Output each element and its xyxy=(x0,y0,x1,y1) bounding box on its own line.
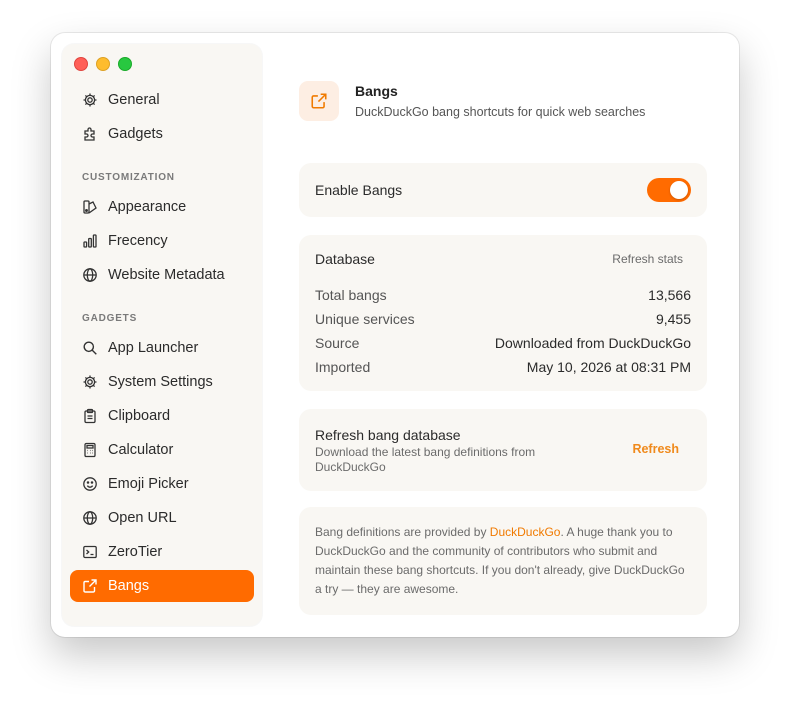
refresh-button[interactable]: Refresh xyxy=(632,442,679,456)
stat-key: Source xyxy=(315,335,360,351)
globe-icon xyxy=(82,267,98,283)
sidebar-item-label: Open URL xyxy=(108,510,177,526)
minimize-window-button[interactable] xyxy=(96,57,110,71)
stat-value: May 10, 2026 at 08:31 PM xyxy=(526,359,691,375)
stat-key: Total bangs xyxy=(315,287,387,303)
zoom-window-button[interactable] xyxy=(118,57,132,71)
section-header-gadgets: GADGETS xyxy=(82,313,138,324)
external-link-icon xyxy=(82,578,98,594)
page-subtitle: DuckDuckGo bang shortcuts for quick web … xyxy=(355,105,646,119)
stat-row: Imported May 10, 2026 at 08:31 PM xyxy=(315,359,691,379)
sidebar-item-system-settings[interactable]: System Settings xyxy=(70,366,254,398)
sidebar-item-label: Clipboard xyxy=(108,408,171,424)
sidebar-item-bangs[interactable]: Bangs xyxy=(70,570,254,602)
enable-bangs-label: Enable Bangs xyxy=(315,182,403,198)
page-title: Bangs xyxy=(355,83,398,99)
search-icon xyxy=(82,340,98,356)
close-window-button[interactable] xyxy=(74,57,88,71)
stat-row: Unique services 9,455 xyxy=(315,311,691,331)
sidebar-item-label: ZeroTier xyxy=(108,544,163,560)
sidebar-item-calculator[interactable]: Calculator xyxy=(70,434,254,466)
toggle-knob xyxy=(670,181,688,199)
settings-window: General Gadgets CUSTOMIZATION Appearance… xyxy=(51,33,739,637)
sidebar-item-label: System Settings xyxy=(108,374,213,390)
credit-prefix: Bang definitions are provided by xyxy=(315,525,490,539)
sidebar-item-open-url[interactable]: Open URL xyxy=(70,502,254,534)
sidebar-item-general[interactable]: General xyxy=(70,84,254,116)
refresh-stats-button[interactable]: Refresh stats xyxy=(612,252,683,266)
appearance-icon xyxy=(82,199,98,215)
sidebar-item-label: General xyxy=(108,92,160,108)
sidebar-item-zerotier[interactable]: ZeroTier xyxy=(70,536,254,568)
stat-row: Source Downloaded from DuckDuckGo xyxy=(315,335,691,355)
globe-icon xyxy=(82,510,98,526)
sidebar: General Gadgets CUSTOMIZATION Appearance… xyxy=(62,44,262,626)
puzzle-icon xyxy=(82,126,98,142)
sidebar-item-label: Emoji Picker xyxy=(108,476,189,492)
sidebar-item-appearance[interactable]: Appearance xyxy=(70,191,254,223)
sidebar-item-label: Calculator xyxy=(108,442,174,458)
sidebar-item-emoji-picker[interactable]: Emoji Picker xyxy=(70,468,254,500)
stat-value: Downloaded from DuckDuckGo xyxy=(494,335,691,351)
sidebar-item-app-launcher[interactable]: App Launcher xyxy=(70,332,254,364)
stat-key: Imported xyxy=(315,359,371,375)
stat-row: Total bangs 13,566 xyxy=(315,287,691,307)
sidebar-item-clipboard[interactable]: Clipboard xyxy=(70,400,254,432)
enable-bangs-card: Enable Bangs xyxy=(299,163,707,217)
duckduckgo-link[interactable]: DuckDuckGo xyxy=(490,525,561,539)
sidebar-item-label: Bangs xyxy=(108,578,150,594)
sidebar-item-label: Frecency xyxy=(108,233,168,249)
main-panel: Bangs DuckDuckGo bang shortcuts for quic… xyxy=(299,33,739,637)
database-card: Database Refresh stats Total bangs 13,56… xyxy=(299,235,707,391)
refresh-database-card: Refresh bang database Download the lates… xyxy=(299,409,707,491)
sidebar-item-label: Appearance xyxy=(108,199,187,215)
database-title: Database xyxy=(315,251,375,267)
stat-value: 13,566 xyxy=(648,287,691,303)
credit-text: Bang definitions are provided by DuckDuc… xyxy=(315,523,689,599)
credit-card: Bang definitions are provided by DuckDuc… xyxy=(299,507,707,615)
stat-value: 9,455 xyxy=(655,311,691,327)
terminal-icon xyxy=(82,544,98,560)
sidebar-item-label: Website Metadata xyxy=(108,267,225,283)
enable-bangs-toggle[interactable] xyxy=(647,178,691,202)
section-header-customization: CUSTOMIZATION xyxy=(82,172,175,183)
stat-key: Unique services xyxy=(315,311,415,327)
sidebar-item-gadgets[interactable]: Gadgets xyxy=(70,118,254,150)
refresh-database-title: Refresh bang database xyxy=(315,427,461,443)
refresh-database-description: Download the latest bang definitions fro… xyxy=(315,445,536,474)
sidebar-item-label: Gadgets xyxy=(108,126,163,142)
bar-chart-icon xyxy=(82,233,98,249)
external-link-icon xyxy=(311,93,327,109)
clipboard-icon xyxy=(82,408,98,424)
sidebar-item-frecency[interactable]: Frecency xyxy=(70,225,254,257)
header-icon-tile xyxy=(299,81,339,121)
calculator-icon xyxy=(82,442,98,458)
smiley-icon xyxy=(82,476,98,492)
gear-icon xyxy=(82,374,98,390)
gear-icon xyxy=(82,92,98,108)
sidebar-item-website-metadata[interactable]: Website Metadata xyxy=(70,259,254,291)
sidebar-item-label: App Launcher xyxy=(108,340,199,356)
